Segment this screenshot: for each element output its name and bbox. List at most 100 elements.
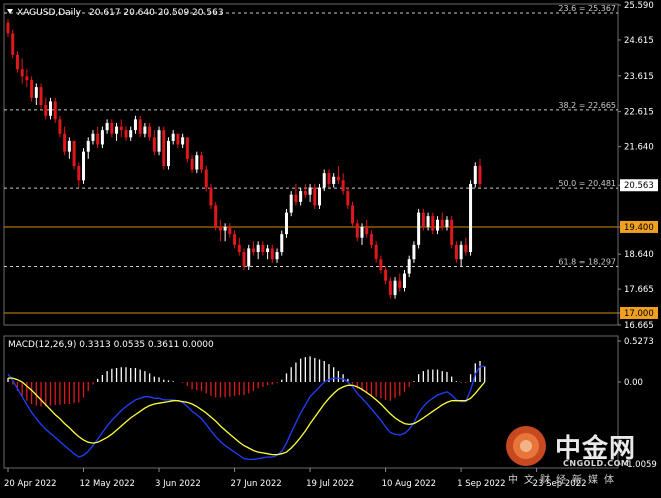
trading-chart-window: 23.6 = 25.367 38.2 = 22.665 50.0 = 20.481 6… — [0, 0, 661, 494]
candle-body — [209, 187, 213, 206]
candle-body — [469, 183, 473, 253]
time-tick-label: 19 Jul 2022 — [306, 479, 354, 489]
candle-body — [459, 244, 463, 260]
candle-body — [464, 244, 468, 253]
candle-body — [143, 126, 147, 134]
candle-body — [360, 226, 364, 238]
price-tick-label: 16.665 — [624, 321, 654, 331]
candle-body — [162, 130, 166, 166]
price-tick-label: 18.640 — [624, 250, 654, 260]
watermark-subtitle: 中文财经新媒体 — [508, 475, 620, 486]
candle — [214, 201, 218, 231]
candle-body — [266, 248, 270, 253]
candle-body — [228, 226, 232, 235]
candle-body — [214, 205, 218, 227]
price-tick-label: 24.615 — [624, 36, 654, 46]
candle-body — [218, 226, 222, 231]
candle-body — [247, 248, 251, 267]
price-tick-label: 17.665 — [624, 285, 654, 295]
candle-body — [30, 79, 34, 98]
time-tick-label: 27 Jun 2022 — [231, 479, 282, 489]
candle-body — [436, 219, 440, 231]
chart-background — [0, 0, 661, 494]
candle — [11, 29, 15, 59]
macd-label: MACD(12,26,9) 0.3313 0.0535 0.3611 0.000… — [8, 340, 214, 350]
candle-body — [299, 191, 303, 202]
candle-body — [20, 69, 24, 77]
candle — [30, 76, 34, 102]
candle-body — [171, 133, 175, 141]
macd-tick-label: 0.5273 — [624, 337, 654, 347]
candle-body — [25, 76, 29, 80]
candle — [313, 183, 317, 210]
candle-body — [445, 219, 449, 227]
candle-body — [77, 165, 81, 181]
candle-body — [393, 280, 397, 296]
candle-body — [402, 273, 406, 288]
candle-body — [148, 126, 152, 138]
candle-body — [44, 105, 48, 116]
candle-body — [251, 248, 255, 253]
watermark-url: CNGOLD.COM — [563, 459, 630, 468]
candle-body — [166, 140, 170, 166]
candle-body — [473, 165, 477, 184]
price-tick-label: 23.615 — [624, 72, 654, 82]
candle-body — [313, 187, 317, 206]
candle-body — [176, 133, 180, 145]
candle-body — [91, 133, 95, 141]
candle-body — [237, 244, 241, 253]
candle-body — [294, 194, 298, 202]
candle-body — [63, 133, 67, 152]
candle — [351, 201, 355, 227]
candle-body — [119, 126, 123, 131]
candle-body — [190, 158, 194, 170]
time-tick-label: 12 May 2022 — [80, 479, 135, 489]
macd-tick-label: 0.00 — [624, 378, 643, 388]
candle — [162, 126, 166, 170]
price-tick-label: 17.000 — [624, 309, 654, 319]
candle — [204, 165, 208, 192]
fib-label: 38.2 = 22.665 — [558, 101, 616, 110]
candle — [280, 230, 284, 256]
candle-body — [115, 126, 119, 134]
candle-body — [379, 259, 383, 270]
candle-body — [303, 191, 307, 195]
candle-body — [398, 280, 402, 288]
candle-body — [48, 101, 52, 116]
candle-body — [129, 130, 133, 138]
candle — [450, 216, 454, 249]
candle-body — [332, 176, 336, 184]
candle-body — [336, 176, 340, 181]
price-tick-label: 19.400 — [624, 223, 654, 233]
candle-body — [346, 191, 350, 206]
candle-body — [72, 140, 76, 166]
candle-body — [280, 234, 284, 253]
candle — [82, 148, 86, 184]
candle-body — [270, 248, 274, 260]
candle — [318, 183, 322, 210]
candle-body — [233, 234, 237, 245]
candle-body — [82, 151, 86, 181]
candle-body — [365, 226, 369, 235]
candle-body — [275, 252, 279, 260]
price-tick-label: 25.590 — [624, 1, 654, 11]
chart-canvas[interactable]: 23.6 = 25.367 38.2 = 22.665 50.0 = 20.481 6… — [0, 0, 661, 494]
candle — [209, 183, 213, 210]
price-tick-label: 22.615 — [624, 108, 654, 118]
time-tick-label: 20 Apr 2022 — [4, 479, 57, 489]
candle-body — [454, 244, 458, 260]
candle-body — [223, 226, 227, 231]
candle-body — [289, 194, 293, 213]
candle-body — [431, 216, 435, 231]
candle-body — [421, 212, 425, 227]
time-tick-label: 10 Aug 2022 — [382, 479, 436, 489]
candle-body — [195, 155, 199, 170]
candle-body — [426, 216, 430, 227]
candle — [39, 83, 43, 109]
candle-body — [6, 22, 10, 34]
candle-body — [152, 137, 156, 152]
symbol-title: XAGUSD,Daily — [17, 8, 82, 18]
candle-body — [181, 137, 185, 145]
price-tick-label: 21.640 — [624, 143, 654, 153]
candle-body — [39, 87, 43, 106]
